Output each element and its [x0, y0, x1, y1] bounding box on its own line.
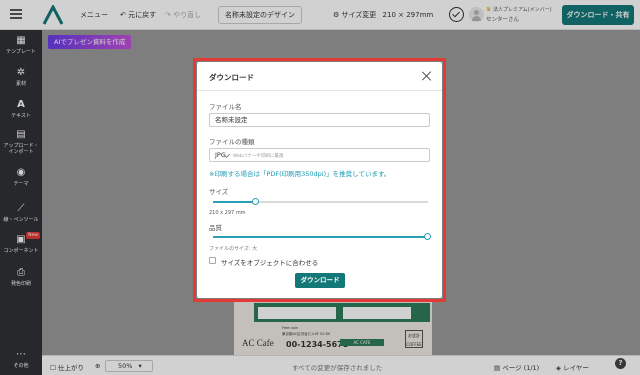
close-icon[interactable] [420, 69, 434, 83]
filesize-label: ファイルのサイズ: 大 [209, 246, 258, 252]
dialog-divider [197, 90, 442, 91]
quality-slider-fill [213, 236, 428, 238]
dialog-title: ダウンロード [209, 73, 254, 82]
size-label: サイズ [209, 188, 229, 196]
size-slider-thumb[interactable] [252, 198, 259, 205]
download-button[interactable]: ダウンロード [295, 273, 345, 288]
filetype-label: ファイルの種類 [209, 138, 255, 146]
filename-input[interactable]: 名称未設定 [209, 113, 430, 127]
size-slider-fill [213, 201, 256, 203]
quality-label: 品質 [209, 224, 222, 232]
print-recommendation: ※印刷する場合は「PDF(印刷用350dpi)」を推奨しています。 [209, 170, 391, 178]
filetype-select[interactable]: JPG Webバナーや印刷に最適 [209, 148, 430, 162]
fit-object-checkbox[interactable] [209, 257, 216, 264]
fit-object-label[interactable]: サイズをオブジェクトに合わせる [221, 257, 318, 267]
size-value: 210 x 297 mm [209, 210, 246, 216]
filename-label: ファイル名 [209, 103, 242, 111]
quality-slider-thumb[interactable] [424, 233, 431, 240]
